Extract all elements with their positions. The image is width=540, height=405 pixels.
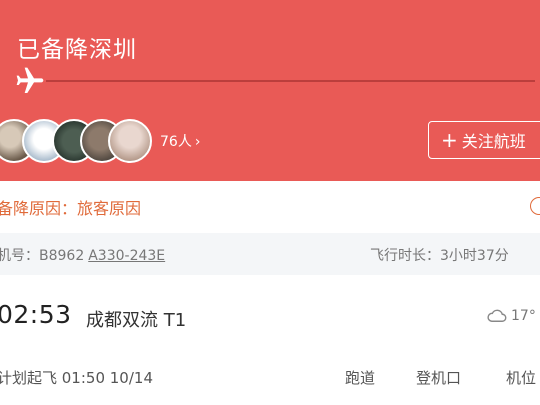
departure-airport: 成都双流 T1 <box>86 310 187 331</box>
gate-label: 登机口 <box>416 369 462 387</box>
flight-status-title: 已备降深圳 <box>17 37 137 63</box>
airplane-icon <box>16 67 44 93</box>
follower-count: 76人 <box>160 134 192 150</box>
scheduled-departure: 计划起飞 01:50 10/14 <box>0 369 153 387</box>
flight-duration: 飞行时长：3小时37分 <box>370 248 509 264</box>
diversion-reason-text: 备降原因：旅客原因 <box>0 199 142 218</box>
flight-progress-track <box>46 80 535 82</box>
flight-meta-row: 机号：B8962 A330-243E 飞行时长：3小时37分 <box>0 233 540 275</box>
cloud-icon <box>487 309 507 322</box>
follower-avatars[interactable] <box>0 119 160 163</box>
flight-status-header: 已备降深圳 76人 › + 关注航班 <box>0 0 540 181</box>
follow-flight-label: 关注航班 <box>461 132 526 151</box>
follower-count-link[interactable]: 76人 › <box>160 131 200 151</box>
aircraft-model-link[interactable]: A330-243E <box>88 248 165 264</box>
departure-weather: 17° <box>486 308 536 324</box>
chevron-right-icon: › <box>194 134 201 150</box>
follow-flight-button[interactable]: + 关注航班 <box>428 121 540 159</box>
info-icon[interactable] <box>530 197 540 215</box>
aircraft-registration: 机号：B8962 <box>0 248 85 264</box>
diversion-reason-row: 备降原因：旅客原因 <box>0 187 540 225</box>
stand-label: 机位 <box>506 369 537 387</box>
temperature: 17° <box>511 308 536 324</box>
avatar <box>108 119 152 163</box>
runway-label: 跑道 <box>345 369 376 387</box>
departure-schedule-row: 计划起飞 01:50 10/14 跑道 登机口 机位 <box>0 364 540 394</box>
aircraft-info: 机号：B8962 A330-243E <box>0 245 165 265</box>
plus-icon: + <box>441 128 458 152</box>
departure-time: 02:53 <box>0 300 72 329</box>
